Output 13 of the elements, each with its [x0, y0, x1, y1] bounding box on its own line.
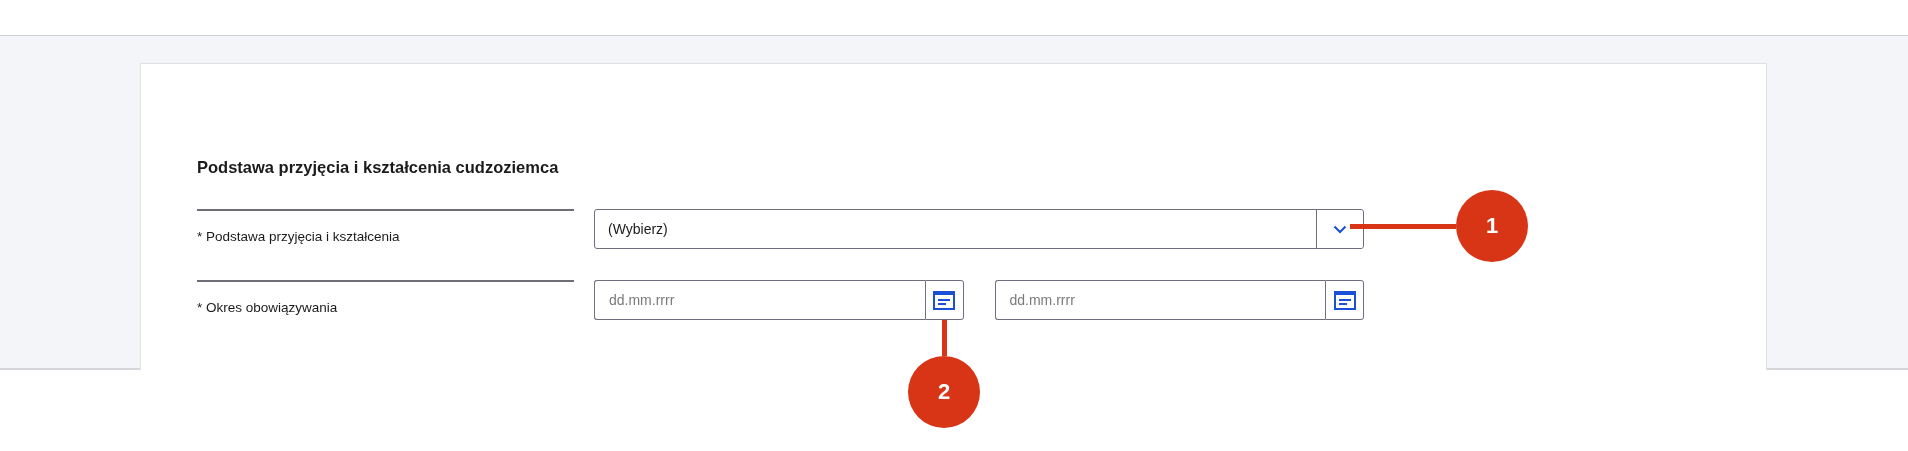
calendar-icon	[933, 290, 955, 310]
calendar-button[interactable]	[924, 280, 964, 320]
select-field[interactable]: (Wybierz)	[594, 209, 1364, 249]
section-title: Podstawa przyjęcia i kształcenia cudzoziemca	[197, 157, 560, 177]
date-input[interactable]: dd.mm.rrrr	[994, 280, 1325, 320]
dropdown-button[interactable]	[1316, 210, 1363, 248]
date-input[interactable]: dd.mm.rrrr	[594, 280, 925, 320]
chevron-down-icon	[1333, 224, 1347, 234]
calendar-icon	[1333, 290, 1356, 310]
field-label: * Podstawa przyjęcia i kształcenia	[197, 209, 574, 249]
field-label: * Okres obowiązywania	[197, 280, 574, 320]
callout-badge: 2	[908, 356, 980, 428]
calendar-button[interactable]	[1325, 280, 1364, 320]
